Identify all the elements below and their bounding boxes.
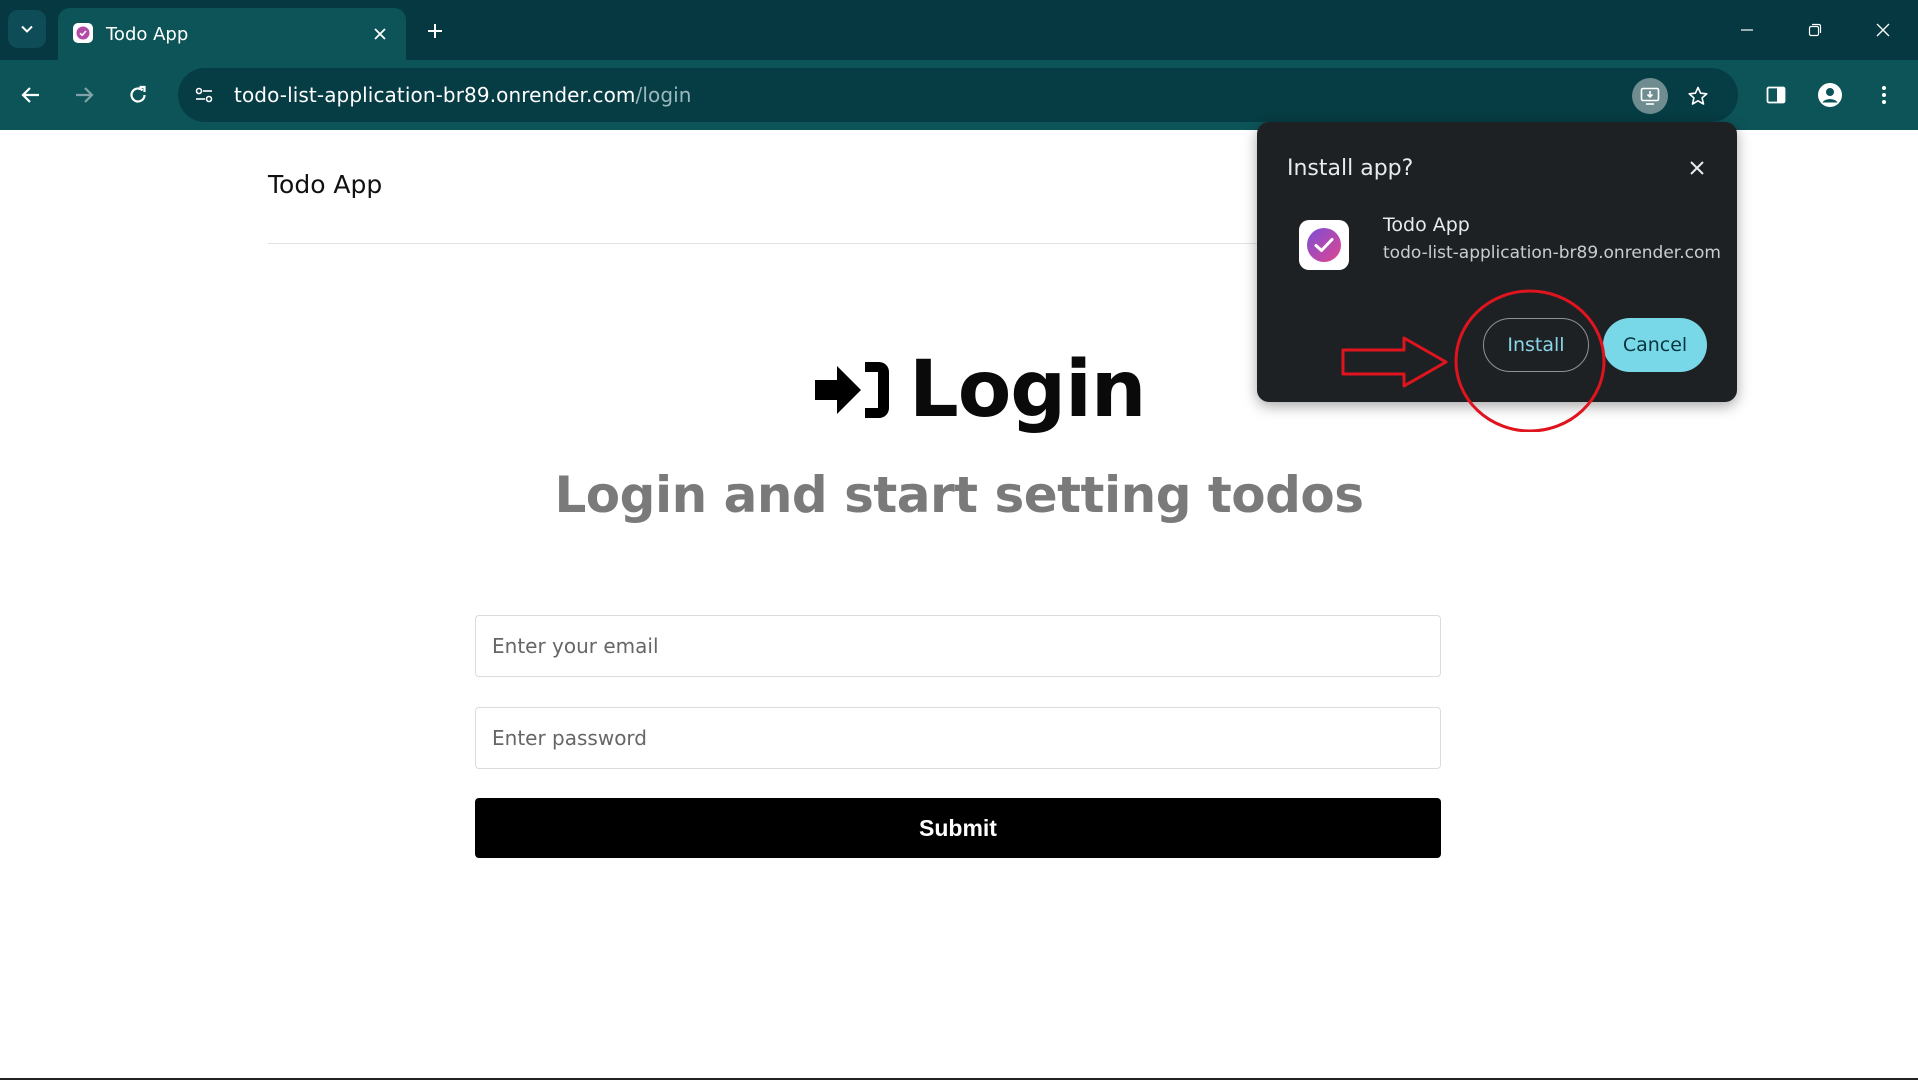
install-app-icon: [1640, 87, 1660, 105]
restore-button[interactable]: [1792, 12, 1838, 48]
install-app-button[interactable]: [1632, 78, 1668, 114]
submit-button[interactable]: Submit: [475, 798, 1441, 858]
close-icon: [374, 28, 386, 40]
side-panel-icon: [1766, 86, 1786, 104]
dialog-title: Install app?: [1287, 156, 1414, 181]
reload-button[interactable]: [120, 77, 156, 113]
dialog-app-url: todo-list-application-br89.onrender.com: [1383, 243, 1721, 263]
close-icon: [1876, 23, 1890, 37]
email-field[interactable]: [475, 615, 1441, 677]
site-brand[interactable]: Todo App: [268, 170, 382, 199]
arrow-left-icon: [21, 87, 39, 103]
cancel-button[interactable]: Cancel: [1603, 318, 1707, 372]
bookmark-button[interactable]: [1680, 78, 1716, 114]
dialog-app-name: Todo App: [1383, 214, 1470, 236]
url-path: /login: [635, 83, 692, 107]
profile-icon: [1818, 83, 1842, 107]
url-host: todo-list-application-br89.onrender.com: [234, 83, 636, 107]
tab-strip: Todo App: [0, 0, 1918, 60]
install-button[interactable]: Install: [1483, 318, 1589, 372]
plus-icon: [428, 24, 442, 38]
address-bar[interactable]: todo-list-application-br89.onrender.com/…: [178, 68, 1738, 122]
todo-app-favicon-icon: [73, 23, 93, 43]
page-subtitle: Login and start setting todos: [554, 466, 1364, 524]
side-panel-button[interactable]: [1758, 77, 1794, 113]
new-tab-button[interactable]: [420, 16, 450, 46]
tab-todo-app[interactable]: Todo App: [58, 8, 406, 60]
minimize-button[interactable]: [1724, 12, 1770, 48]
back-button[interactable]: [13, 77, 49, 113]
browser-menu-button[interactable]: [1866, 77, 1902, 113]
more-vert-icon: [1882, 86, 1886, 104]
tune-icon: [195, 87, 213, 103]
sign-in-icon: [815, 362, 889, 418]
dialog-close-button[interactable]: [1681, 152, 1713, 184]
tab-close-button[interactable]: [368, 22, 392, 46]
profile-button[interactable]: [1812, 77, 1848, 113]
password-field[interactable]: [475, 707, 1441, 769]
browser-toolbar: todo-list-application-br89.onrender.com/…: [0, 60, 1918, 130]
star-icon: [1688, 86, 1708, 105]
chevron-down-icon: [21, 25, 33, 33]
minimize-icon: [1741, 29, 1753, 31]
tab-search-button[interactable]: [8, 10, 46, 48]
install-app-dialog: Install app? Todo App todo-list-applicat…: [1257, 122, 1737, 402]
tab-title: Todo App: [106, 24, 189, 45]
window-close-button[interactable]: [1860, 12, 1906, 48]
close-icon: [1690, 161, 1704, 175]
login-heading: Login: [815, 340, 1146, 440]
site-info-button[interactable]: [188, 79, 220, 111]
url-text: todo-list-application-br89.onrender.com/…: [234, 83, 692, 107]
restore-icon: [1808, 23, 1822, 37]
reload-icon: [130, 85, 146, 103]
arrow-right-icon: [76, 87, 94, 103]
screen: Todo App todo-list-application-br89.onre…: [0, 0, 1918, 1080]
page-title: Login: [909, 345, 1146, 435]
todo-app-icon: [1299, 220, 1349, 270]
forward-button[interactable]: [66, 77, 102, 113]
